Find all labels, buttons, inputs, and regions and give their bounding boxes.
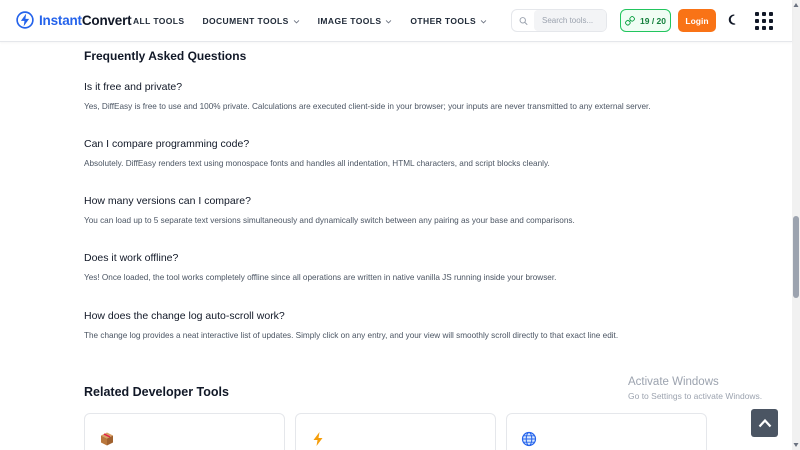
chevron-down-icon [386,19,392,24]
page-scrollbar[interactable] [792,0,800,450]
scroll-to-top-button[interactable] [751,409,778,437]
faq-title: Frequently Asked Questions [84,49,247,63]
faq-item: How many versions can I compare? You can… [84,195,764,225]
nav-label: IMAGE TOOLS [317,16,382,26]
related-tools-title: Related Developer Tools [84,385,229,399]
grid-dot [755,26,759,30]
faq-question: Is it free and private? [84,81,183,93]
chevron-down-icon [480,19,487,24]
faq-answer: Absolutely. DiffEasy renders text using … [84,159,550,168]
activate-windows-watermark: Activate Windows Go to Settings to activ… [628,376,762,401]
package-icon [101,432,113,446]
grid-dot [769,26,773,30]
link-icon [625,15,635,26]
brand-name-part2: Convert [81,12,132,28]
login-button[interactable]: Login [678,9,716,32]
search-input[interactable] [534,10,606,31]
faq-answer: You can load up to 5 separate text versi… [84,216,575,225]
faq-question: Does it work offline? [84,252,179,264]
faq-question: How does the change log auto-scroll work… [84,310,285,322]
faq-question: Can I compare programming code? [84,138,250,150]
apps-grid-icon[interactable] [755,12,773,30]
scrollbar-thumb[interactable] [793,216,799,298]
related-tool-card[interactable] [506,413,707,450]
grid-dot [769,19,773,23]
watermark-subtitle: Go to Settings to activate Windows. [628,391,763,401]
nav-label: ALL TOOLS [133,16,185,26]
chevron-up-icon [758,418,771,428]
grid-dot [769,12,773,16]
nav-document-tools[interactable]: DOCUMENT TOOLS [202,16,299,26]
main-nav: ALL TOOLS DOCUMENT TOOLS IMAGE TOOLS OTH… [133,0,505,42]
lightning-icon [313,432,323,446]
lightning-bolt-icon [16,11,34,29]
related-tool-card[interactable] [295,413,496,450]
faq-answer: Yes! Once loaded, the tool works complet… [84,273,557,282]
grid-dot [755,19,759,23]
usage-counter[interactable]: 19 / 20 [620,9,671,32]
scroll-up-arrow-icon[interactable] [793,1,799,9]
globe-icon [521,431,537,447]
nav-all-tools[interactable]: ALL TOOLS [133,16,184,26]
search-box [511,9,607,32]
brand-name-part1: Instant [39,12,82,28]
grid-dot [762,19,766,23]
related-tool-card[interactable] [84,413,285,450]
grid-dot [762,12,766,16]
nav-image-tools[interactable]: IMAGE TOOLS [318,16,393,26]
faq-item: Does it work offline? Yes! Once loaded, … [84,252,764,282]
grid-dot [762,26,766,30]
search-icon [519,16,528,25]
faq-question: How many versions can I compare? [84,195,251,207]
faq-answer: The change log provides a neat interacti… [84,331,619,340]
brand-logo[interactable]: InstantConvert [16,11,132,29]
faq-item: Is it free and private? Yes, DiffEasy is… [84,81,764,111]
grid-dot [755,12,759,16]
watermark-title: Activate Windows [628,376,719,388]
nav-label: DOCUMENT TOOLS [202,16,289,26]
faq-item: Can I compare programming code? Absolute… [84,138,764,168]
counter-value: 19 / 20 [640,15,666,26]
nav-other-tools[interactable]: OTHER TOOLS [410,16,487,26]
brand-name: InstantConvert [39,12,132,28]
site-header: InstantConvert ALL TOOLS DOCUMENT TOOLS … [0,0,792,42]
nav-label: OTHER TOOLS [410,16,477,26]
moon-icon[interactable] [727,13,741,27]
scroll-down-arrow-icon[interactable] [793,441,799,449]
faq-item: How does the change log auto-scroll work… [84,310,764,340]
faq-answer: Yes, DiffEasy is free to use and 100% pr… [84,102,651,111]
chevron-down-icon [293,19,299,24]
